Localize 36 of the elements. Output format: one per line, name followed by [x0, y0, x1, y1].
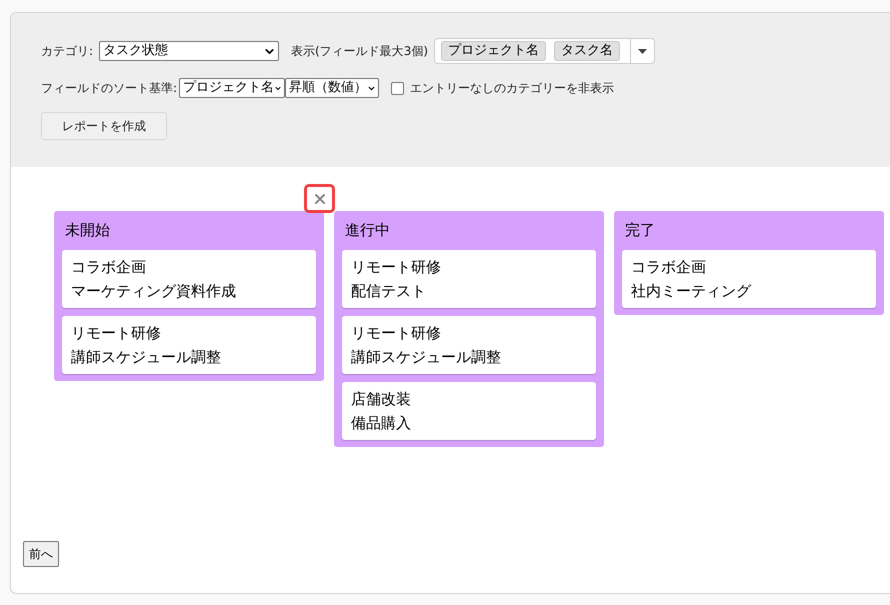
field-tag: プロジェクト名	[441, 41, 546, 61]
hide-empty-label: エントリーなしのカテゴリーを非表示	[410, 80, 614, 97]
sort-label: フィールドのソート基準:	[41, 80, 178, 97]
display-label: 表示(フィールド最大3個)	[291, 43, 428, 60]
close-button[interactable]	[304, 184, 335, 213]
previous-button[interactable]: 前へ	[23, 541, 59, 567]
project-name: リモート研修	[71, 323, 162, 344]
project-name: コラボ企画	[71, 257, 147, 278]
task-name: 講師スケジュール調整	[351, 347, 502, 368]
column-title: 進行中	[344, 220, 391, 242]
sort-field-select[interactable]: プロジェクト名	[179, 78, 286, 98]
task-card[interactable]: リモート研修 講師スケジュール調整	[342, 316, 596, 374]
hide-empty-checkbox[interactable]	[391, 82, 404, 94]
task-card[interactable]: 店舗改装 備品購入	[342, 382, 596, 440]
task-name: 備品購入	[351, 413, 412, 434]
task-card[interactable]: リモート研修 講師スケジュール調整	[62, 316, 316, 374]
task-card[interactable]: コラボ企画 マーケティング資料作成	[62, 250, 316, 308]
column-title: 未開始	[64, 220, 111, 242]
task-card[interactable]: リモート研修 配信テスト	[342, 250, 596, 308]
task-name: 配信テスト	[351, 281, 427, 302]
project-name: リモート研修	[351, 257, 442, 278]
project-name: コラボ企画	[631, 257, 707, 278]
task-card[interactable]: コラボ企画 社内ミーティング	[622, 250, 876, 308]
field-tag: タスク名	[554, 41, 620, 61]
dropdown-caret-icon	[638, 48, 648, 54]
task-name: マーケティング資料作成	[71, 281, 237, 302]
project-name: 店舗改装	[351, 389, 412, 410]
category-select[interactable]: タスク状態	[99, 41, 280, 61]
column-title: 完了	[624, 220, 656, 242]
project-name: リモート研修	[351, 323, 442, 344]
task-name: 社内ミーティング	[631, 281, 752, 302]
task-name: 講師スケジュール調整	[71, 347, 222, 368]
category-label: カテゴリ:	[41, 43, 94, 60]
sort-order-select[interactable]: 昇順（数値）	[285, 78, 380, 98]
create-report-button[interactable]: レポートを作成	[41, 112, 167, 140]
display-field-selector[interactable]: プロジェクト名 タスク名	[434, 38, 656, 64]
